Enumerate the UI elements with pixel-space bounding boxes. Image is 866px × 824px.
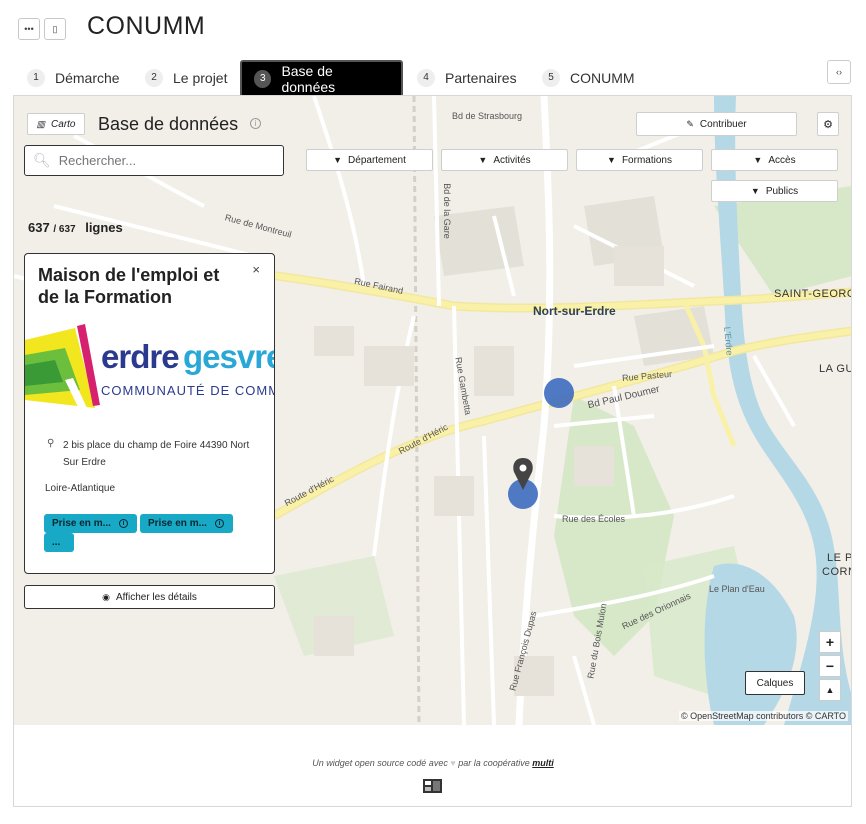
zoom-out-button[interactable]: − [819, 655, 841, 677]
filter-icon: ▼ [478, 155, 488, 165]
map-label: LE P [827, 552, 852, 564]
search-box[interactable]: 🔍︎ [24, 145, 284, 176]
footer-text-middle: par la coopérative [458, 758, 530, 768]
card-address: 2 bis place du champ de Foire 44390 Nort… [63, 440, 250, 468]
logo-graphic [25, 324, 100, 409]
layers-button[interactable]: Calques [745, 671, 805, 695]
tab-base-de-donnees[interactable]: 3 Base de données [240, 60, 403, 95]
card-title: Maison de l'emploi et de la Formation [38, 265, 220, 307]
count-unit: lignes [85, 220, 123, 235]
filter-icon: ▼ [607, 155, 616, 165]
detail-card: Maison de l'emploi et de la Formation × … [24, 253, 275, 574]
footer-credit: Un widget open source codé avec ♥ par la… [0, 758, 866, 768]
zoom-in-button[interactable]: + [819, 631, 841, 653]
carto-label: Carto [51, 118, 76, 130]
map-attribution: © OpenStreetMap contributors © CARTO [679, 711, 848, 721]
search-icon: 🔍︎ [33, 152, 51, 168]
card-region: Loire-Atlantique [45, 483, 116, 494]
filter-activites[interactable]: ▼ Activités [441, 149, 568, 171]
details-label: Afficher les détails [115, 591, 197, 603]
info-icon: i [214, 519, 224, 528]
footer-brand-link[interactable]: multi [532, 758, 554, 768]
filter-label: Formations [621, 154, 672, 166]
tab-le-projet[interactable]: 2 Le projet [145, 60, 227, 95]
filter-icon: ▼ [753, 155, 763, 165]
tab-bar: 1 Démarche 2 Le projet 3 Base de données… [0, 60, 866, 96]
map-marker-cluster[interactable] [544, 378, 574, 408]
tab-number: 4 [417, 68, 435, 87]
eye-icon: ◉ [102, 591, 110, 602]
tag-badge[interactable]: Prise en m... i [44, 514, 137, 533]
map-label: Rue des Écoles [562, 514, 626, 524]
map-label: Bd de Strasbourg [452, 111, 523, 121]
tab-partenaires[interactable]: 4 Partenaires [417, 60, 517, 95]
logo-subtitle: COMMUNAUTÉ DE COMMUNES [101, 383, 274, 398]
filter-icon: ▼ [750, 186, 760, 196]
location-icon: ⚲ [47, 438, 55, 449]
organization-logo: erdre gesvres COMMUNAUTÉ DE COMMUNES [25, 320, 274, 412]
info-icon[interactable]: i [250, 118, 261, 129]
sidebar-icon[interactable]: ▯ [44, 18, 66, 40]
tab-label: Le projet [173, 69, 228, 86]
top-bar: ••• ▯ CONUMM [0, 0, 866, 60]
contribute-label: Contribuer [699, 118, 747, 130]
map-label: Bd de la Gare [441, 183, 452, 239]
filter-label: Publics [765, 185, 799, 197]
map-label: SAINT-GEORG [774, 288, 852, 300]
logo-text-secondary: gesvres [183, 338, 274, 375]
map-label: LA GU [819, 363, 852, 375]
close-icon[interactable]: × [252, 262, 260, 277]
page-title: Base de données [98, 114, 239, 134]
north-arrow-icon[interactable]: ▲ [819, 679, 841, 701]
tab-number: 5 [542, 68, 560, 87]
map-label-city: Nort-sur-Erdre [533, 304, 616, 318]
filter-publics[interactable]: ▼ Publics [711, 180, 838, 202]
filter-label: Activités [493, 154, 531, 166]
count-shown: 637 [28, 220, 50, 235]
tab-conumm[interactable]: 5 CONUMM [542, 60, 635, 95]
tag-badge[interactable]: Prise en m... i [140, 514, 233, 533]
contribute-button[interactable]: ✎ Contribuer [636, 112, 797, 136]
tag-label: ... [52, 537, 61, 548]
tab-demarche[interactable]: 1 Démarche [27, 60, 120, 95]
tab-label: CONUMM [570, 69, 635, 86]
carto-button[interactable]: ▥ Carto [27, 113, 85, 135]
ellipsis-icon[interactable]: ••• [18, 18, 40, 40]
pencil-icon: ✎ [686, 118, 694, 129]
tag-label: Prise en m... [52, 518, 111, 529]
filter-formations[interactable]: ▼ Formations [576, 149, 703, 171]
show-details-button[interactable]: ◉ Afficher les détails [24, 585, 275, 609]
tab-label: Partenaires [445, 69, 517, 86]
app-title: CONUMM [87, 12, 206, 40]
footer-text-before: Un widget open source codé avec [312, 758, 448, 768]
results-count: 637 / 637 lignes [28, 220, 123, 235]
multi-logo-icon[interactable] [423, 779, 442, 793]
search-input[interactable] [58, 153, 279, 168]
filter-label: Département [348, 154, 406, 166]
tab-label: Démarche [55, 69, 120, 86]
filter-departement[interactable]: ▼ Département [306, 149, 433, 171]
tab-label: Base de données [281, 62, 336, 95]
count-total: / 637 [53, 224, 76, 235]
filter-acces[interactable]: ▼ Accès [711, 149, 838, 171]
filter-label: Accès [768, 154, 796, 166]
map-label: CORN [822, 566, 852, 578]
info-icon: i [118, 519, 128, 528]
tab-number: 1 [27, 68, 45, 87]
gear-icon: ⚙ [823, 118, 833, 131]
logo-text-primary: erdre [101, 338, 180, 375]
heart-icon: ♥ [450, 758, 456, 768]
tag-badge-more[interactable]: ... [44, 533, 74, 552]
settings-button[interactable]: ⚙ [817, 112, 839, 136]
tag-label: Prise en m... [148, 518, 207, 529]
tab-number: 3 [254, 69, 272, 88]
code-icon[interactable]: ‹› [827, 60, 851, 84]
map-label: Le Plan d'Eau [709, 584, 765, 594]
map-icon: ▥ [36, 118, 46, 129]
tab-number: 2 [145, 68, 163, 87]
filter-icon: ▼ [333, 155, 343, 165]
